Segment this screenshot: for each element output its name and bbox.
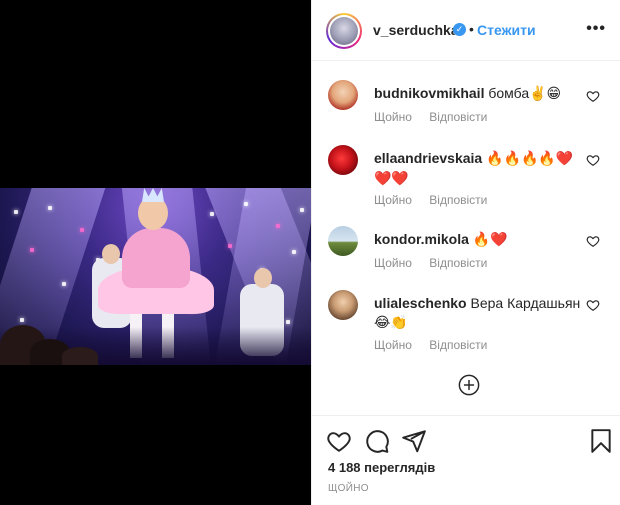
comment-like-heart-icon[interactable] <box>586 298 600 312</box>
comment-body: Вера Кардашьян <box>470 295 581 311</box>
comment-emoji: ✌️😁 <box>529 86 562 102</box>
comment-meta: Щойно Відповісти <box>374 338 501 352</box>
comment-text: ellaandrievskaia 🔥🔥🔥🔥❤️❤️❤️ <box>374 149 584 189</box>
commenter-username[interactable]: budnikovmikhail <box>374 85 484 101</box>
verified-badge-icon: ✓ <box>453 23 466 36</box>
view-count[interactable]: 4 188 переглядів <box>328 460 435 475</box>
comment-meta: Щойно Відповісти <box>374 193 501 207</box>
comment-time: Щойно <box>374 338 412 352</box>
commenter-username[interactable]: ellaandrievskaia <box>374 150 482 166</box>
post-video[interactable] <box>0 188 311 365</box>
reply-button[interactable]: Відповісти <box>429 338 487 352</box>
commenter-avatar[interactable] <box>328 80 358 110</box>
comment-text: kondor.mikola 🔥❤️ <box>374 230 584 250</box>
share-icon[interactable] <box>401 428 427 454</box>
commenter-avatar[interactable] <box>328 226 358 256</box>
save-bookmark-icon[interactable] <box>588 428 614 454</box>
comment-like-heart-icon[interactable] <box>586 153 600 167</box>
commenter-avatar[interactable] <box>328 290 358 320</box>
comment-like-heart-icon[interactable] <box>586 89 600 103</box>
comment-emoji: 🔥❤️ <box>472 232 508 248</box>
post-side-panel: v_serduchka ✓ • Стежити ••• budnikovmikh… <box>311 0 620 505</box>
comment-icon[interactable] <box>364 428 390 454</box>
comment-like-heart-icon[interactable] <box>586 234 600 248</box>
comments-list: budnikovmikhail бомба✌️😁 Щойно Відповіст… <box>312 61 620 415</box>
comment-time: Щойно <box>374 193 412 207</box>
comment-time: Щойно <box>374 256 412 270</box>
comment-time: Щойно <box>374 110 412 124</box>
reply-button[interactable]: Відповісти <box>429 110 487 124</box>
comment-meta: Щойно Відповісти <box>374 110 501 124</box>
author-username[interactable]: v_serduchka <box>373 22 459 38</box>
commenter-avatar[interactable] <box>328 145 358 175</box>
comment-text: ulialeschenko Вера Кардашьян 😂👏 <box>374 294 584 333</box>
more-options-icon[interactable]: ••• <box>586 20 606 38</box>
commenter-username[interactable]: kondor.mikola <box>374 231 469 247</box>
comment-meta: Щойно Відповісти <box>374 256 501 270</box>
post-timestamp: ЩОЙНО <box>328 483 369 494</box>
load-more-comments-plus-circle-icon[interactable] <box>458 374 480 396</box>
like-heart-icon[interactable] <box>326 428 352 454</box>
commenter-username[interactable]: ulialeschenko <box>374 295 467 311</box>
post-actions: 4 188 переглядів ЩОЙНО <box>312 415 620 505</box>
post-media-pane <box>0 0 311 505</box>
author-avatar[interactable] <box>326 13 362 49</box>
header-separator: • <box>469 21 474 37</box>
reply-button[interactable]: Відповісти <box>429 193 487 207</box>
post-header: v_serduchka ✓ • Стежити ••• <box>312 0 620 61</box>
comment-emoji: 😂👏 <box>374 315 408 331</box>
reply-button[interactable]: Відповісти <box>429 256 487 270</box>
comment-text: budnikovmikhail бомба✌️😁 <box>374 84 584 104</box>
comment-body: бомба <box>488 85 530 101</box>
follow-button[interactable]: Стежити <box>477 22 536 38</box>
